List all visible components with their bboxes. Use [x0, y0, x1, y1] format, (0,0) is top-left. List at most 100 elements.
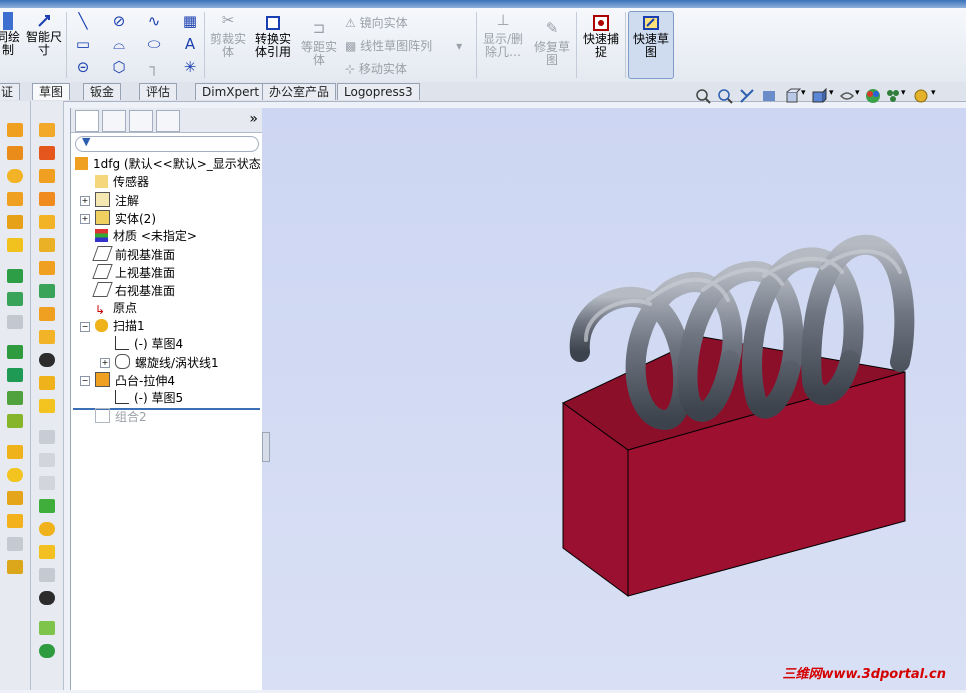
offset-entities-button[interactable]: ⊐ 等距实 体: [297, 20, 341, 67]
revolve-cut-icon[interactable]: [7, 292, 23, 306]
panel-splitter-handle[interactable]: [262, 432, 270, 462]
zoom-to-area-icon[interactable]: [717, 88, 733, 104]
tree-item-annotations[interactable]: 注解: [95, 192, 139, 209]
tree-item-solid-bodies[interactable]: 实体(2): [95, 210, 156, 227]
tree-root-part[interactable]: 1dfg (默认<<默认>_显示状态: [75, 156, 261, 172]
tree-item-origin[interactable]: ↳ 原点: [95, 300, 137, 317]
grid-tool-icon[interactable]: ▦: [179, 11, 201, 31]
point-tool-icon[interactable]: ✳: [179, 57, 201, 77]
replace-face-icon[interactable]: [39, 591, 55, 605]
coordinate-system-icon[interactable]: [39, 307, 55, 321]
swept-boss-icon[interactable]: [7, 169, 23, 183]
fillet-tool-icon[interactable]: ┐: [143, 57, 165, 77]
tab-office-products[interactable]: 办公室产品: [262, 83, 337, 100]
delete-face-icon[interactable]: [39, 353, 55, 367]
display-delete-relations-button[interactable]: ⊥ 显示/删 除几…: [480, 12, 526, 59]
tree-item-combine2[interactable]: 组合2: [95, 408, 147, 425]
extrude-cut-icon[interactable]: [7, 269, 23, 283]
rapid-sketch-button[interactable]: 快速草 图: [628, 11, 674, 79]
expand-toggle[interactable]: +: [80, 196, 90, 206]
linear-pattern-item[interactable]: ▩ 线性草图阵列 ▾: [345, 37, 462, 54]
line-tool-icon[interactable]: ╲: [72, 11, 94, 31]
tree-item-sketch5[interactable]: (-) 草图5: [115, 390, 183, 406]
extrude-boss-icon[interactable]: [7, 123, 23, 137]
surface-offset-icon[interactable]: [39, 453, 55, 467]
chamfer-icon[interactable]: [7, 368, 23, 382]
tree-item-sweep1[interactable]: 扫描1: [95, 318, 145, 334]
apply-scene-icon[interactable]: [885, 88, 901, 104]
surface-trim-icon[interactable]: [39, 545, 55, 559]
projected-curve-icon[interactable]: [39, 215, 55, 229]
collapse-toggle[interactable]: −: [80, 322, 90, 332]
wrap-icon[interactable]: [7, 514, 23, 528]
view-orientation-icon[interactable]: [785, 88, 801, 104]
zoom-to-fit-icon[interactable]: [695, 88, 711, 104]
boundary-boss-icon[interactable]: [7, 215, 23, 229]
tab-dimxpert[interactable]: DimXpert: [195, 83, 267, 100]
chevron-down-icon[interactable]: ▾: [931, 88, 947, 104]
spline-tool-icon[interactable]: ∿: [143, 11, 165, 31]
surface-extend-icon[interactable]: [39, 522, 55, 536]
move-face-icon[interactable]: [39, 376, 55, 390]
graphics-area[interactable]: [262, 108, 966, 690]
chevron-down-icon[interactable]: ▾: [456, 39, 462, 53]
pattern-icon[interactable]: [7, 445, 23, 459]
convert-entities-button[interactable]: 转换实 体引用: [252, 12, 294, 59]
feature-tree-filter[interactable]: ▼: [75, 135, 259, 152]
mirror-entities-item[interactable]: ⚠ 镜向实体: [345, 14, 408, 31]
tab-sheet-metal[interactable]: 钣金: [83, 83, 122, 100]
rectangle-tool-icon[interactable]: ▭: [72, 34, 94, 54]
surface-knit-icon[interactable]: [39, 476, 55, 490]
draft-icon[interactable]: [7, 414, 23, 428]
arc-tool-icon[interactable]: ⌓: [108, 34, 130, 54]
tree-item-top-plane[interactable]: 上视基准面: [92, 264, 175, 281]
curve-through-points-icon[interactable]: [39, 238, 55, 252]
surface-fill-icon[interactable]: [39, 499, 55, 513]
shell-icon[interactable]: [7, 391, 23, 405]
slot-tool-icon[interactable]: ⊝: [72, 57, 94, 77]
polygon-tool-icon[interactable]: ⬡: [108, 57, 130, 77]
sketch-edge-button[interactable]: 同绘 制: [0, 10, 20, 57]
ruled-surface-icon[interactable]: [39, 644, 55, 658]
tree-item-sketch4[interactable]: (-) 草图4: [115, 336, 183, 352]
section-view-icon[interactable]: [761, 88, 777, 104]
mirror-feature-icon[interactable]: [7, 468, 23, 482]
expand-toggle[interactable]: +: [100, 358, 110, 368]
fillet-icon[interactable]: [7, 345, 23, 359]
lofted-boss-icon[interactable]: [7, 192, 23, 206]
tree-item-right-plane[interactable]: 右视基准面: [92, 282, 175, 299]
tree-item-sensors[interactable]: 传感器: [95, 174, 149, 190]
helix-icon[interactable]: [39, 169, 55, 183]
thicken-icon[interactable]: [39, 399, 55, 413]
previous-view-icon[interactable]: [739, 88, 755, 104]
intersect-icon[interactable]: [7, 537, 23, 551]
hide-show-items-icon[interactable]: [839, 88, 855, 104]
curve-icon[interactable]: [39, 123, 55, 137]
dome-icon[interactable]: [7, 491, 23, 505]
configuration-manager-tab-icon[interactable]: [129, 110, 153, 132]
combine-icon[interactable]: [7, 560, 23, 574]
tab-evaluate[interactable]: 评估: [139, 83, 178, 100]
trim-entities-button[interactable]: ✂ 剪裁实 体: [207, 12, 249, 59]
repair-sketch-button[interactable]: ✎ 修复草 图: [530, 20, 574, 67]
tab-logopress3[interactable]: Logopress3: [337, 83, 420, 100]
text-tool-icon[interactable]: A: [179, 34, 201, 54]
quick-snaps-button[interactable]: 快速捕 捉: [579, 12, 623, 59]
tree-item-boss-extrude4[interactable]: 凸台-拉伸4: [95, 372, 175, 389]
smart-dimension-button[interactable]: 智能尺 寸: [24, 10, 64, 57]
surface-untrim-icon[interactable]: [39, 568, 55, 582]
move-entities-item[interactable]: ⊹ 移动实体: [345, 60, 407, 77]
swept-cut-icon[interactable]: [7, 315, 23, 329]
reference-point-icon[interactable]: [39, 330, 55, 344]
plane-icon[interactable]: [39, 261, 55, 275]
expand-toggle[interactable]: +: [80, 214, 90, 224]
dimxpert-manager-tab-icon[interactable]: [156, 110, 180, 132]
instant3d-icon[interactable]: [39, 621, 55, 635]
view-settings-icon[interactable]: [913, 88, 929, 104]
composite-curve-icon[interactable]: [39, 192, 55, 206]
tab-sketch[interactable]: 草图: [32, 83, 71, 100]
collapse-toggle[interactable]: −: [80, 376, 90, 386]
tree-item-front-plane[interactable]: 前视基准面: [92, 246, 175, 263]
rib-icon[interactable]: [7, 238, 23, 252]
feature-manager-tab-icon[interactable]: [75, 110, 99, 132]
